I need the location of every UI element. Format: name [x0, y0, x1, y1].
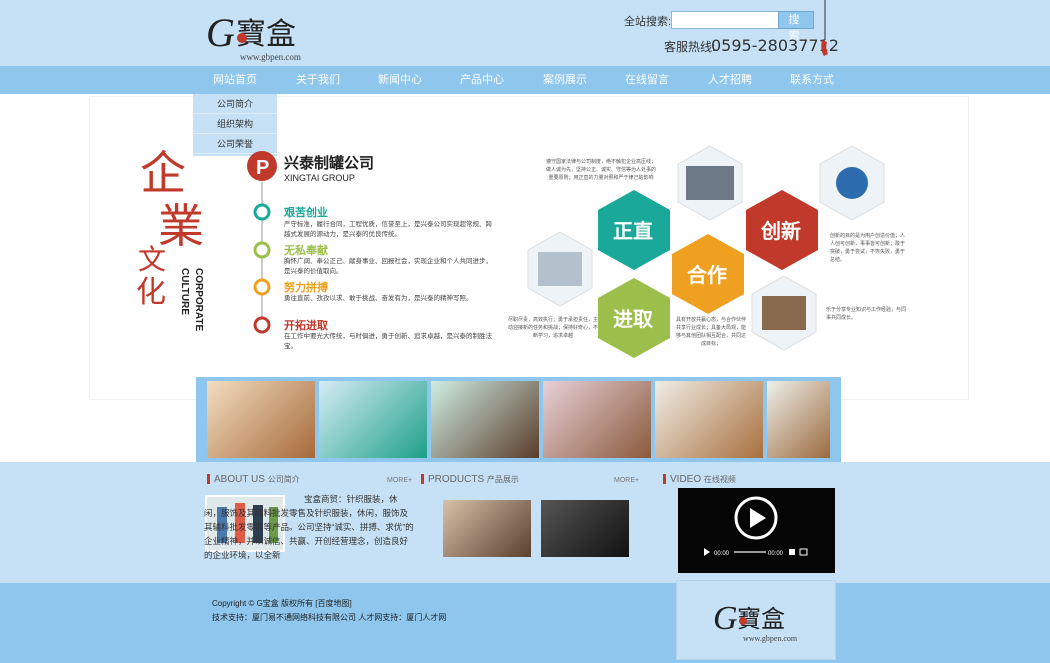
calligraphy-wen: 文	[138, 243, 166, 276]
gallery-photo[interactable]	[543, 381, 651, 458]
svg-text:创新: 创新	[760, 219, 801, 243]
footer: Copyright © G宝盒 版权所有 [百度地图] 技术支持：厦门易不通网络…	[0, 583, 1050, 663]
culture-banner: 企 業 文 化 CULTURE CORPORATE P 兴泰制罐公司 XINGT…	[136, 145, 906, 358]
value-dot-1	[253, 203, 271, 221]
products-title-bar	[421, 474, 424, 484]
nav-jobs[interactable]: 人才招聘	[689, 66, 771, 94]
corporate-en: CORPORATE	[193, 268, 204, 331]
value-dot-4	[253, 316, 271, 334]
footer-copyright: Copyright © G宝盒 版权所有 [百度地图]	[212, 599, 352, 608]
main-nav: 网站首页 关于我们 新闻中心 产品中心 案例展示 在线留言 人才招聘 联系方式	[0, 66, 1050, 94]
svg-text:G: G	[206, 10, 235, 55]
video-player[interactable]: 00:00 00:00	[678, 488, 835, 573]
svg-text:00:00: 00:00	[768, 551, 784, 557]
note-left: 尽职尽责，高效执行；勇于承担责任，主动迎接新的任务和挑战；保持好奇心，不断学习，…	[508, 317, 598, 339]
note-center: 具有开放共赢心态，与合作伙伴共享行业成长；具备大局观，能够与其他团队相互配合，共…	[675, 317, 746, 347]
hotline-label: 客服热线:	[664, 40, 716, 54]
nav-news[interactable]: 新闻中心	[359, 66, 441, 94]
hex-chuangxin: 创新	[746, 190, 818, 270]
photo-gallery	[196, 377, 841, 462]
hex-photo-hands	[751, 275, 817, 351]
hex-photo-store	[527, 231, 593, 307]
value-desc-2: 胸怀广阔、奉公正己、献身事业、回报社会，实现企业和个人共同进步，是兴泰的价值取向…	[284, 258, 492, 275]
nav-home[interactable]: 网站首页	[194, 66, 276, 94]
volume-icon	[789, 549, 795, 555]
svg-text:P: P	[256, 157, 269, 179]
value-title-4: 开拓进取	[284, 318, 328, 332]
value-desc-3: 勇往直前、孜孜以求、敢于挑战、奋发有为，是兴泰的精神写照。	[284, 295, 473, 302]
hex-photo-globe	[819, 145, 885, 221]
video-title: VIDEO 在线视频	[670, 474, 736, 485]
hex-hezuo: 合作	[672, 234, 744, 314]
hex-photo-handshake	[677, 145, 743, 221]
value-desc-4: 在工作中要光大传统，与时俱进，勇于创新、追求卓越，是兴泰的制胜法宝。	[284, 333, 492, 350]
video-title-bar	[663, 474, 666, 484]
gallery-photo[interactable]	[207, 381, 315, 458]
value-dot-2	[253, 241, 271, 259]
nav-guestbook[interactable]: 在线留言	[606, 66, 688, 94]
footer-logo[interactable]: G 寶盒 www.gbpen.com	[677, 581, 837, 661]
svg-text:www.gbpen.com: www.gbpen.com	[743, 634, 798, 643]
logo-url: www.gbpen.com	[240, 52, 301, 62]
value-title-3: 努力拼搏	[284, 280, 328, 294]
nav-about[interactable]: 关于我们	[277, 66, 359, 94]
about-title-bar	[207, 474, 210, 484]
products-title: PRODUCTS 产品展示	[428, 474, 519, 485]
product-image[interactable]	[541, 500, 629, 557]
note-right-top: 创新的目的是为用户创造价值；人人创可创新，事事皆可创新；敢于突破，勇于尝试，不恢…	[830, 233, 906, 263]
footer-support: 技术支持：厦门易不通网络科技有限公司 人才网支持：厦门人才网	[212, 613, 447, 622]
header: G 寶盒 www.gbpen.com 全站搜索: 搜 索 客服热线: 0595-…	[0, 0, 1050, 66]
note-right-bottom: 乐于分享专业知识与工作经验，与同事共同成长。	[826, 307, 906, 321]
about-title: ABOUT US 公司简介	[214, 474, 300, 485]
nav-products[interactable]: 产品中心	[441, 66, 523, 94]
company-name-en: XINGTAI GROUP	[284, 173, 355, 183]
footer-logo-box: G 寶盒 www.gbpen.com	[676, 580, 836, 660]
note-top: 遵守国家法律与公司制度，绝不触犯企业高压线；做人诚为先，坚持公正、诚实、守信等为…	[546, 159, 656, 181]
value-title-2: 无私奉献	[283, 243, 328, 257]
calligraphy-qi: 企	[140, 146, 186, 200]
about-more-link[interactable]: MORE+	[387, 477, 412, 484]
telephone-icon	[821, 0, 828, 56]
svg-text:00:00: 00:00	[714, 551, 730, 557]
gallery-photo[interactable]	[767, 381, 830, 458]
culture-en: CULTURE	[179, 268, 190, 315]
about-text: 宝盒商贸：针织服装，休闲，服饰及其辅料批发零售及针织服装，休闲，服饰及其辅料批发…	[204, 494, 414, 560]
svg-text:正直: 正直	[613, 219, 653, 243]
search-button[interactable]: 搜 索	[778, 11, 814, 42]
value-dot-3	[253, 278, 271, 296]
svg-text:进取: 进取	[613, 308, 653, 331]
nav-cases[interactable]: 案例展示	[524, 66, 606, 94]
gallery-photo[interactable]	[319, 381, 427, 458]
play-icon	[734, 496, 778, 540]
calligraphy-hua: 化	[136, 275, 166, 310]
product-image[interactable]	[443, 500, 531, 557]
svg-text:合作: 合作	[687, 263, 727, 287]
search-label: 全站搜索:	[624, 16, 672, 28]
gallery-photo[interactable]	[431, 381, 539, 458]
nav-contact[interactable]: 联系方式	[771, 66, 853, 94]
value-desc-1: 严守标准，履行合同，工程优质，信誉至上，是兴泰公司实现超常规、跨越式发展的源动力…	[284, 221, 492, 238]
search-input[interactable]	[671, 11, 779, 29]
video-controls: 00:00 00:00	[704, 548, 808, 557]
products-more-link[interactable]: MORE+	[614, 477, 639, 484]
hex-zhengzhi: 正直	[598, 190, 670, 270]
gallery-photo[interactable]	[655, 381, 763, 458]
fullscreen-icon	[799, 548, 808, 556]
svg-text:G: G	[713, 600, 738, 637]
company-name-cn: 兴泰制罐公司	[284, 154, 374, 172]
value-title-1: 艰苦创业	[283, 205, 328, 219]
hex-jinqu: 进取	[598, 278, 670, 358]
